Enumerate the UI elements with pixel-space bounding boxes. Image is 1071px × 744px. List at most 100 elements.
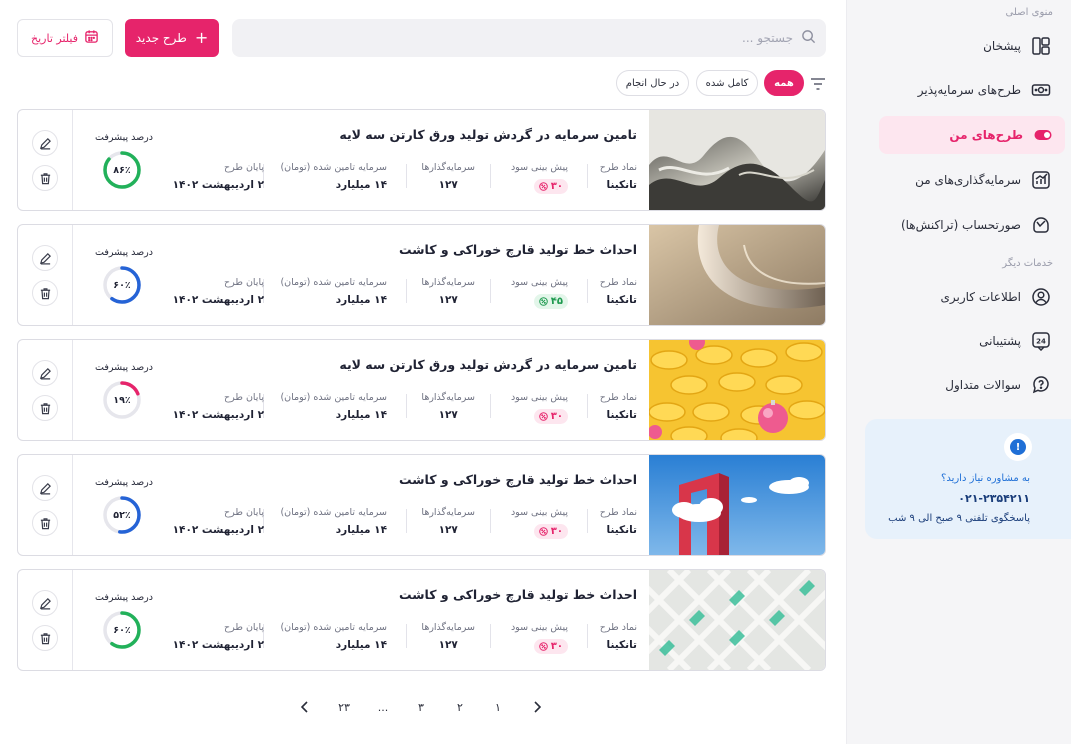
date-filter-button[interactable]: فیلتر تاریخ (17, 19, 113, 57)
plan-title[interactable]: احداث خط تولید قارچ خوراکی و کاشت (399, 587, 637, 602)
tab-completed[interactable]: کامل شده (696, 70, 758, 96)
field-label: نماد طرح (599, 622, 637, 633)
plan-card[interactable]: تامین سرمایه در گردش تولید ورق کارتن سه … (17, 109, 826, 211)
field-value: تانکینا (606, 524, 637, 536)
toggle-icon (1033, 125, 1053, 145)
percent-icon (539, 527, 548, 536)
plan-card[interactable]: تامین سرمایه در گردش تولید ورق کارتن سه … (17, 339, 826, 441)
plan-investors: سرمایه‌گذارها ۱۲۷ (421, 162, 475, 191)
user-icon (1031, 287, 1051, 307)
profit-badge: ۳۰ (533, 524, 568, 539)
delete-button[interactable] (32, 165, 58, 191)
divider (406, 509, 407, 533)
filter-icon[interactable] (810, 76, 826, 90)
profit-value: ۴۵ (550, 296, 563, 307)
search-input[interactable] (253, 31, 793, 45)
field-label: نماد طرح (599, 162, 637, 173)
consult-phone[interactable]: ۰۲۱-۲۳۵۴۲۱۱ (958, 492, 1030, 505)
progress-label: درصد پیشرفت (95, 247, 153, 258)
plan-title[interactable]: تامین سرمایه در گردش تولید ورق کارتن سه … (339, 357, 637, 372)
field-value: ۱۴ میلیارد (335, 294, 387, 306)
plan-funded: سرمایه تامین شده (تومان) ۱۴ میلیارد (280, 392, 387, 421)
edit-button[interactable] (32, 130, 58, 156)
sidebar-item-dashboard[interactable]: پیشخان (879, 27, 1063, 65)
dashboard-icon (1031, 36, 1051, 56)
trash-icon (40, 402, 50, 414)
search-bar[interactable] (232, 19, 826, 57)
profit-badge: ۳۰ (533, 179, 568, 194)
pagination-page[interactable]: ۲۳ (333, 697, 355, 717)
pencil-icon (39, 137, 51, 149)
plan-title[interactable]: احداث خط تولید قارچ خوراکی و کاشت (399, 242, 637, 257)
delete-button[interactable] (32, 510, 58, 536)
plan-title[interactable]: احداث خط تولید قارچ خوراکی و کاشت (399, 472, 637, 487)
field-label: پایان طرح (223, 162, 264, 173)
plan-end: پایان طرح ۲ اردیبهشت ۱۴۰۲ (173, 277, 264, 306)
sidebar-item-label: پیشخان (983, 39, 1021, 53)
plan-image (649, 225, 825, 325)
sidebar-item-user-info[interactable]: اطلاعات کاربری (879, 278, 1063, 316)
sidebar-item-label: سوالات متداول (945, 378, 1021, 392)
field-label: پایان طرح (223, 622, 264, 633)
sidebar-item-faq[interactable]: سوالات متداول (879, 366, 1063, 404)
date-filter-label: فیلتر تاریخ (31, 31, 78, 45)
new-plan-button[interactable]: طرح جدید + (125, 19, 219, 57)
plan-end: پایان طرح ۲ اردیبهشت ۱۴۰۲ (173, 622, 264, 651)
sidebar-item-my-plans[interactable]: طرح‌های من (879, 116, 1065, 154)
plan-investors: سرمایه‌گذارها ۱۲۷ (421, 622, 475, 651)
field-value: ۱۴ میلیارد (335, 524, 387, 536)
divider (406, 624, 407, 648)
tab-in-progress[interactable]: در حال انجام (616, 70, 689, 96)
divider (587, 509, 588, 533)
sidebar-item-my-investments[interactable]: سرمایه‌گذاری‌های من (879, 161, 1063, 199)
field-label: پیش بینی سود (510, 277, 568, 288)
plan-title[interactable]: تامین سرمایه در گردش تولید ورق کارتن سه … (339, 127, 637, 142)
sidebar-item-support[interactable]: پشتیبانی 24 (879, 322, 1063, 360)
delete-button[interactable] (32, 395, 58, 421)
delete-button[interactable] (32, 625, 58, 651)
plan-actions (18, 110, 73, 210)
consultation-card: ! به مشاوره نیاز دارید؟ ۰۲۱-۲۳۵۴۲۱۱ پاسخ… (865, 419, 1071, 539)
edit-button[interactable] (32, 590, 58, 616)
field-label: پیش بینی سود (510, 162, 568, 173)
wallet-icon (1031, 215, 1051, 235)
trash-icon (40, 287, 50, 299)
field-label: پیش بینی سود (510, 392, 568, 403)
trash-icon (40, 517, 50, 529)
pagination-page[interactable]: ۲ (449, 697, 471, 717)
pencil-icon (39, 367, 51, 379)
plan-card[interactable]: احداث خط تولید قارچ خوراکی و کاشت نماد ط… (17, 224, 826, 326)
pagination-page[interactable]: ۳ (410, 697, 432, 717)
field-value: ۱۲۷ (438, 409, 458, 421)
pagination-page[interactable]: ۱ (487, 697, 509, 717)
field-value: ۱۲۷ (438, 179, 458, 191)
sidebar-item-investable-plans[interactable]: طرح‌های سرمایه‌پذیر (879, 71, 1063, 109)
field-label: پایان طرح (223, 507, 264, 518)
plan-card[interactable]: احداث خط تولید قارچ خوراکی و کاشت نماد ط… (17, 569, 826, 671)
percent-icon (539, 297, 548, 306)
tab-all[interactable]: همه (764, 70, 804, 96)
pagination-next[interactable] (294, 697, 316, 717)
edit-button[interactable] (32, 245, 58, 271)
profit-value: ۳۰ (550, 411, 563, 422)
pagination-prev[interactable] (526, 697, 548, 717)
edit-button[interactable] (32, 475, 58, 501)
pencil-icon (39, 482, 51, 494)
progress-ring: ۶۰٪ (102, 610, 142, 650)
consult-hours: پاسخگوی تلفنی ۹ صبح الی ۹ شب (888, 513, 1030, 524)
delete-button[interactable] (32, 280, 58, 306)
plan-symbol: نماد طرح تانکینا (600, 507, 637, 536)
progress-value: ۱۹٪ (113, 394, 131, 406)
money-icon (1031, 80, 1051, 100)
sidebar-item-label: طرح‌های سرمایه‌پذیر (917, 83, 1021, 97)
pencil-icon (39, 597, 51, 609)
profit-value: ۳۰ (550, 641, 563, 652)
edit-button[interactable] (32, 360, 58, 386)
support-24-icon: 24 (1031, 331, 1051, 351)
plan-symbol: نماد طرح تانکینا (600, 162, 637, 191)
profit-badge: ۴۵ (533, 294, 568, 309)
plan-funded: سرمایه تامین شده (تومان) ۱۴ میلیارد (280, 622, 387, 651)
sidebar-item-invoices[interactable]: صورتحساب (تراکنش‌ها) (879, 206, 1063, 244)
plan-card[interactable]: احداث خط تولید قارچ خوراکی و کاشت نماد ط… (17, 454, 826, 556)
divider (490, 279, 491, 303)
